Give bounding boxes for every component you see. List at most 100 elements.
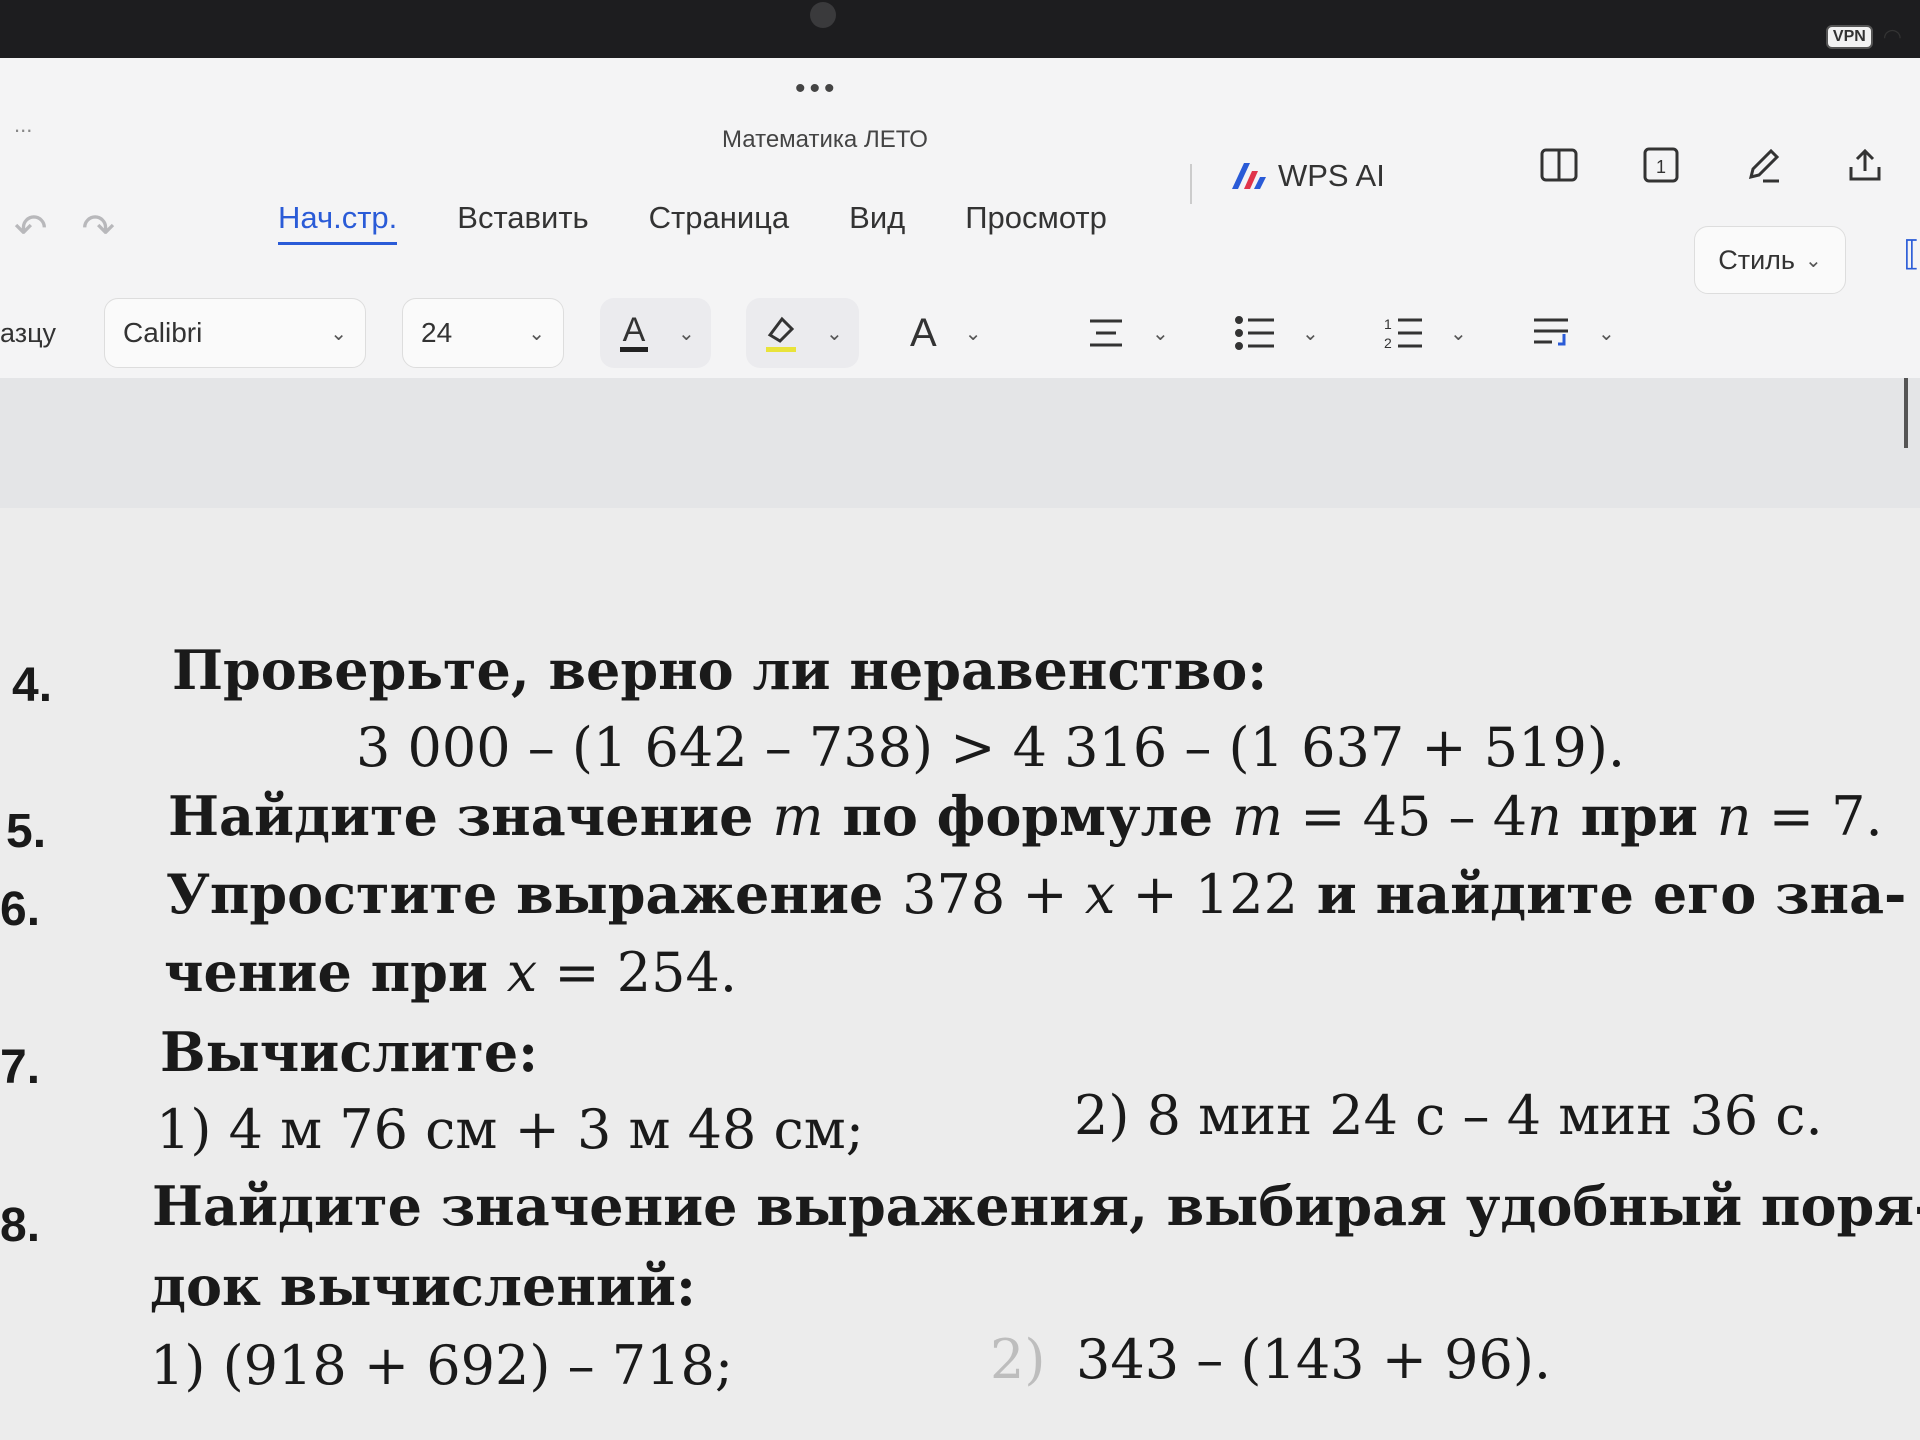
more-options-icon[interactable]: •••: [795, 72, 839, 106]
variable: m: [772, 785, 824, 848]
text-part: = 7.: [1751, 785, 1883, 848]
text-part: чение при: [164, 940, 507, 1004]
font-case-icon: A: [910, 310, 937, 355]
font-case-button[interactable]: A ⌄: [910, 298, 981, 368]
book-icon[interactable]: [1536, 142, 1582, 188]
chevron-down-icon: ⌄: [1450, 322, 1467, 345]
chevron-down-icon: ⌄: [330, 322, 347, 345]
page-gutter: [0, 378, 1920, 508]
tab-page[interactable]: Страница: [649, 200, 790, 245]
chevron-down-icon: ⌄: [964, 322, 982, 345]
item-number: 5.: [6, 805, 47, 858]
item-subtask-2-label: 2): [990, 1328, 1046, 1391]
numbered-list-button[interactable]: 12 ⌄: [1382, 298, 1467, 368]
item-number: 6.: [0, 883, 41, 936]
chevron-down-icon: ⌄: [1598, 322, 1615, 345]
font-name-dropdown[interactable]: Calibri ⌄: [104, 298, 366, 368]
svg-text:A: A: [623, 311, 646, 349]
paragraph-style-stub[interactable]: азцу: [0, 298, 56, 368]
align-icon: [1090, 319, 1122, 347]
style-dropdown[interactable]: Стиль ⌄: [1694, 226, 1846, 294]
font-size-dropdown[interactable]: 24 ⌄: [402, 298, 564, 368]
camera-icon: [810, 2, 836, 28]
line-spacing-button[interactable]: ⌄: [1530, 298, 1615, 368]
item-number: 4.: [12, 659, 53, 712]
svg-text:1: 1: [1384, 316, 1392, 332]
font-name-value: Calibri: [123, 317, 203, 348]
text-part: 378 +: [902, 863, 1085, 926]
more-tools-icon[interactable]: ⟦: [1903, 234, 1920, 274]
tab-view[interactable]: Вид: [849, 200, 905, 245]
tab-separator: [1190, 164, 1192, 204]
undo-icon[interactable]: ↶: [14, 206, 48, 252]
format-toolbar: азцу Calibri ⌄ 24 ⌄ A ⌄ ⌄ A ⌄ ⌄ ⌄ 1 2 ⌄ …: [0, 274, 1920, 374]
variable: m: [1231, 785, 1284, 848]
item-number: 7.: [0, 1041, 41, 1094]
font-size-value: 24: [421, 317, 453, 348]
toolbar-right-icons: 1: [1536, 142, 1888, 188]
highlight-icon: [766, 316, 796, 352]
tab-review[interactable]: Просмотр: [965, 200, 1107, 245]
item-subtask-1: 1) 4 м 76 см + 3 м 48 см;: [156, 1098, 864, 1161]
line-spacing-icon: [1534, 318, 1568, 346]
text-part: по формуле: [823, 784, 1232, 848]
chevron-down-icon: ⌄: [678, 322, 695, 345]
text-part: Найдите значение: [168, 784, 773, 848]
item-subtask-2: 2) 8 мин 24 с – 4 мин 36 с.: [1074, 1084, 1823, 1147]
text-part: = 254.: [537, 941, 738, 1004]
item-text: Упростите выражение 378 + x + 122 и найд…: [166, 862, 1906, 926]
svg-text:1: 1: [1656, 157, 1666, 177]
app-toolbar: ... ••• Математика ЛЕТО ↶ ↷ Нач.стр. Вст…: [0, 58, 1920, 378]
text-part: = 45 – 4: [1283, 785, 1528, 848]
chevron-down-icon: ⌄: [1302, 322, 1319, 345]
wifi-icon: ◠: [1882, 24, 1902, 49]
bullet-list-icon: [1235, 316, 1274, 350]
text-part: + 122: [1115, 863, 1298, 926]
item-number: 8.: [0, 1199, 41, 1252]
variable: n: [1716, 785, 1752, 848]
variable: x: [506, 941, 538, 1004]
vpn-badge: VPN: [1825, 25, 1873, 49]
wps-ai-button[interactable]: WPS AI: [1230, 158, 1385, 194]
chevron-down-icon: ⌄: [528, 322, 545, 345]
text-part: Упростите выражение: [166, 862, 903, 926]
item-text: Вычислите:: [160, 1020, 539, 1084]
wps-ai-label: WPS AI: [1278, 158, 1385, 193]
style-label: Стиль: [1718, 244, 1795, 275]
pen-icon[interactable]: [1740, 142, 1786, 188]
undo-redo-group: ↶ ↷: [14, 206, 115, 252]
wps-ai-logo-icon: [1232, 163, 1266, 189]
tab-insert[interactable]: Вставить: [457, 200, 588, 245]
font-color-button[interactable]: A ⌄: [600, 298, 711, 368]
tab-home[interactable]: Нач.стр.: [278, 200, 398, 245]
variable: x: [1084, 863, 1116, 926]
chevron-down-icon: ⌄: [826, 322, 843, 345]
chevron-down-icon: ⌄: [1152, 322, 1169, 345]
numbered-list-icon: 12: [1384, 316, 1422, 351]
bullet-list-button[interactable]: ⌄: [1234, 298, 1319, 368]
item-text-continuation: чение при x = 254.: [164, 940, 737, 1004]
share-icon[interactable]: [1842, 142, 1888, 188]
item-subtask-1: 1) (918 + 692) – 718;: [150, 1334, 734, 1397]
device-bezel: VPN ◠: [0, 0, 1920, 58]
item-subtask-2: 343 – (143 + 96).: [1076, 1328, 1552, 1391]
chevron-down-icon: ⌄: [1805, 249, 1822, 272]
page-icon[interactable]: 1: [1638, 142, 1684, 188]
item-text: Проверьте, верно ли неравенство:: [172, 638, 1268, 702]
document-page: 4. Проверьте, верно ли неравенство: 3 00…: [0, 508, 1920, 1440]
ribbon-tabs: Нач.стр. Вставить Страница Вид Просмотр: [278, 200, 1107, 245]
redo-icon[interactable]: ↷: [82, 206, 116, 252]
item-text: Найдите значение выражения, выбирая удоб…: [152, 1174, 1920, 1238]
margin-mark: [1904, 378, 1908, 448]
font-color-icon: A: [620, 311, 648, 352]
item-text: Найдите значение m по формуле m = 45 – 4…: [168, 784, 1883, 848]
item-expression: 3 000 – (1 642 – 738) > 4 316 – (1 637 +…: [356, 716, 1626, 779]
highlight-button[interactable]: ⌄: [746, 298, 859, 368]
text-part: при: [1561, 784, 1717, 848]
status-bar: VPN ◠: [1825, 24, 1902, 50]
align-button[interactable]: ⌄: [1086, 298, 1169, 368]
variable: n: [1527, 785, 1562, 848]
svg-text:2: 2: [1384, 335, 1392, 351]
item-text-continuation: док вычислений:: [150, 1254, 696, 1318]
document-title: Математика ЛЕТО: [722, 126, 928, 153]
